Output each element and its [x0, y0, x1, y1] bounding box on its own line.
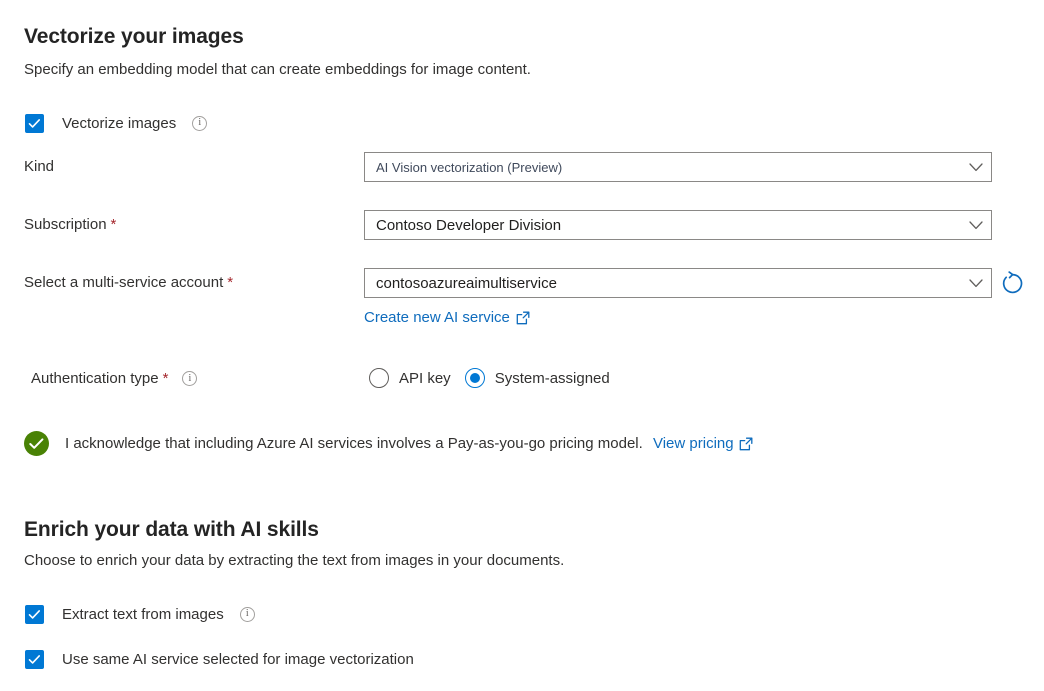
enrich-section-description: Choose to enrich your data by extracting…: [24, 552, 564, 569]
view-pricing-label: View pricing: [653, 435, 734, 452]
vectorize-images-checkbox-row[interactable]: Vectorize images i: [25, 112, 207, 134]
use-same-ai-service-checkbox[interactable]: [25, 650, 44, 669]
subscription-value: Contoso Developer Division: [376, 217, 969, 234]
multi-service-account-label: Select a multi-service account *: [24, 274, 233, 291]
radio-option-system-assigned[interactable]: System-assigned: [465, 368, 610, 388]
radio-button-system-assigned[interactable]: [465, 368, 485, 388]
extract-text-checkbox[interactable]: [25, 605, 44, 624]
required-marker: *: [111, 216, 117, 233]
multi-service-account-dropdown[interactable]: contosoazureaimultiservice: [364, 268, 992, 298]
create-new-ai-service-link[interactable]: Create new AI service: [364, 309, 530, 326]
acknowledgement-text: I acknowledge that including Azure AI se…: [65, 435, 643, 452]
subscription-label-text: Subscription: [24, 216, 107, 233]
chevron-down-icon: [969, 163, 983, 172]
checkmark-icon: [28, 653, 41, 666]
required-marker: *: [227, 274, 233, 291]
radio-label-system-assigned: System-assigned: [495, 370, 610, 387]
multi-service-account-value: contosoazureaimultiservice: [376, 275, 969, 292]
authentication-type-radio-group: API key System-assigned: [369, 368, 610, 388]
kind-label-text: Kind: [24, 158, 54, 175]
extract-text-label: Extract text from images: [62, 606, 224, 623]
radio-label-api-key: API key: [399, 370, 451, 387]
page-title: Vectorize your images: [24, 25, 244, 49]
checkmark-icon: [28, 608, 41, 621]
vectorize-images-label: Vectorize images: [62, 115, 176, 132]
create-new-ai-service-label: Create new AI service: [364, 309, 510, 326]
info-icon[interactable]: i: [182, 371, 197, 386]
view-pricing-link[interactable]: View pricing: [653, 435, 753, 452]
refresh-icon[interactable]: [1000, 271, 1025, 296]
use-same-ai-service-label: Use same AI service selected for image v…: [62, 651, 414, 668]
authentication-type-label-text: Authentication type: [31, 370, 159, 387]
kind-value: AI Vision vectorization (Preview): [376, 160, 969, 175]
required-marker: *: [163, 370, 169, 387]
green-check-circle-icon: [24, 431, 49, 456]
extract-text-checkbox-row[interactable]: Extract text from images i: [25, 603, 255, 625]
multi-service-account-label-text: Select a multi-service account: [24, 274, 223, 291]
chevron-down-icon: [969, 279, 983, 288]
chevron-down-icon: [969, 221, 983, 230]
radio-button-api-key[interactable]: [369, 368, 389, 388]
subscription-label: Subscription *: [24, 216, 116, 233]
external-link-icon: [516, 311, 530, 325]
checkmark-icon: [28, 117, 41, 130]
kind-dropdown[interactable]: AI Vision vectorization (Preview): [364, 152, 992, 182]
vectorize-images-checkbox[interactable]: [25, 114, 44, 133]
info-icon[interactable]: i: [192, 116, 207, 131]
enrich-section-title: Enrich your data with AI skills: [24, 518, 319, 542]
vectorize-description: Specify an embedding model that can crea…: [24, 61, 531, 78]
radio-option-api-key[interactable]: API key: [369, 368, 451, 388]
external-link-icon: [739, 437, 753, 451]
acknowledgement-row: I acknowledge that including Azure AI se…: [24, 431, 753, 456]
kind-label: Kind: [24, 158, 54, 175]
vectorize-images-form: Vectorize your images Specify an embeddi…: [0, 0, 1044, 691]
subscription-dropdown[interactable]: Contoso Developer Division: [364, 210, 992, 240]
checkmark-icon: [29, 437, 44, 451]
acknowledgement-text-wrap: I acknowledge that including Azure AI se…: [65, 435, 753, 452]
use-same-ai-service-checkbox-row[interactable]: Use same AI service selected for image v…: [25, 648, 414, 670]
info-icon[interactable]: i: [240, 607, 255, 622]
authentication-type-label: Authentication type * i: [31, 370, 197, 387]
